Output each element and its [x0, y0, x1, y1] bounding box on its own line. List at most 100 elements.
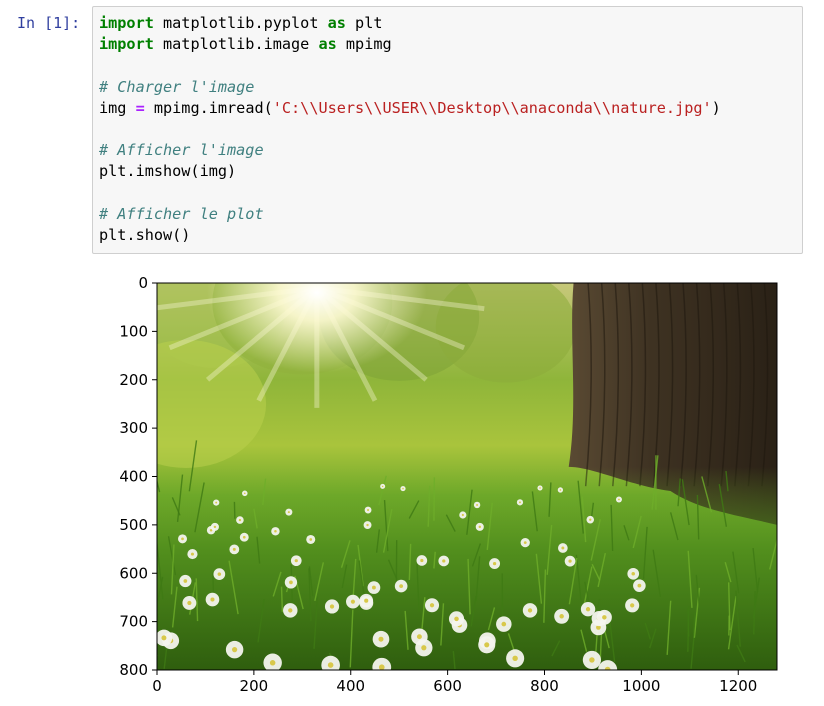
flower-center	[372, 586, 376, 590]
code-token: plt	[346, 14, 383, 32]
flower-center	[191, 553, 194, 556]
code-token: as	[318, 35, 336, 53]
code-token: mpimg	[337, 35, 392, 53]
flower-center	[214, 526, 216, 528]
flower-center	[367, 509, 369, 511]
code-token: plt.show()	[99, 226, 190, 244]
flower-center	[618, 499, 620, 501]
code-token: mpimg.imread(	[145, 99, 273, 117]
code-line: plt.show()	[99, 225, 721, 246]
flower-center	[215, 502, 217, 504]
code-token: 'C:\\Users\\USER\\Desktop\\anaconda\\nat…	[273, 99, 712, 117]
flower-center	[309, 538, 312, 541]
y-tick-label: 100	[119, 322, 148, 340]
flower-center	[586, 607, 590, 611]
code-token: matplotlib.pyplot	[154, 14, 328, 32]
x-tick-label: 600	[433, 677, 462, 695]
flower-center	[181, 537, 184, 540]
y-tick-label: 700	[119, 613, 148, 631]
flower-center	[420, 559, 423, 562]
x-tick-label: 1000	[622, 677, 660, 695]
flower-center	[476, 504, 478, 506]
x-tick-label: 800	[530, 677, 559, 695]
flower-center	[244, 492, 246, 494]
code-token: =	[136, 99, 145, 117]
code-token: # Afficher l'image	[99, 141, 264, 159]
grass-blade	[688, 606, 689, 652]
flower-center	[561, 547, 564, 550]
y-tick-label: 300	[119, 419, 148, 437]
flower-center	[493, 562, 496, 565]
x-tick-label: 1200	[719, 677, 757, 695]
code-token: # Afficher le plot	[99, 205, 264, 223]
code-line: # Charger l'image	[99, 77, 721, 98]
code-token: import	[99, 35, 154, 53]
code-line	[99, 119, 721, 140]
code-line	[99, 183, 721, 204]
foliage-blur	[106, 340, 266, 468]
cell-output: 0200400600800100012000100200300400500600…	[92, 260, 792, 702]
flower-center	[289, 581, 293, 585]
flower-center	[295, 559, 298, 562]
flower-center	[187, 601, 191, 605]
code-line: import matplotlib.pyplot as plt	[99, 13, 721, 34]
code-cell[interactable]: import matplotlib.pyplot as pltimport ma…	[92, 6, 803, 254]
photo-image	[106, 260, 779, 679]
code-token: plt.imshow(img)	[99, 162, 236, 180]
grass-blade	[282, 587, 283, 612]
x-tick-label: 200	[240, 677, 269, 695]
flower-center	[233, 548, 236, 551]
flower-center	[382, 486, 384, 488]
flower-center	[559, 614, 563, 618]
imshow-plot: 0200400600800100012000100200300400500600…	[92, 260, 792, 702]
flower-center	[602, 615, 606, 619]
flower-center	[270, 660, 276, 666]
flower-center	[462, 514, 464, 516]
code-token: )	[712, 99, 721, 117]
flower-center	[528, 608, 532, 612]
y-tick-label: 400	[119, 468, 148, 486]
code-token: # Charger l'image	[99, 78, 254, 96]
flower-center	[364, 599, 368, 603]
flower-center	[288, 608, 292, 612]
y-tick-label: 200	[119, 371, 148, 389]
flower-center	[512, 656, 517, 661]
code-line: img = mpimg.imread('C:\\Users\\USER\\Des…	[99, 98, 721, 119]
code-line: # Afficher l'image	[99, 140, 721, 161]
flower-center	[239, 519, 241, 521]
flower-center	[328, 662, 334, 668]
flower-center	[589, 657, 594, 662]
flower-center	[519, 501, 521, 503]
flower-center	[379, 664, 385, 670]
code-token: as	[328, 14, 346, 32]
flower-center	[560, 489, 562, 491]
flower-center	[637, 584, 641, 588]
flower-center	[351, 600, 355, 604]
y-tick-label: 800	[119, 661, 148, 679]
flower-center	[568, 560, 571, 563]
y-tick-label: 500	[119, 516, 148, 534]
flower-center	[378, 637, 383, 642]
flower-center	[184, 579, 188, 583]
flower-center	[631, 572, 635, 576]
code-token: img	[99, 99, 136, 117]
flower-center	[630, 603, 634, 607]
x-tick-label: 0	[152, 677, 162, 695]
flower-center	[454, 617, 459, 622]
flower-center	[218, 572, 222, 576]
x-tick-label: 400	[336, 677, 365, 695]
y-tick-label: 0	[138, 274, 148, 292]
grass-field	[157, 467, 777, 670]
code-editor[interactable]: import matplotlib.pyplot as pltimport ma…	[99, 13, 721, 246]
flower-center	[210, 598, 214, 602]
code-line: plt.imshow(img)	[99, 161, 721, 182]
code-token: import	[99, 14, 154, 32]
flower-center	[589, 519, 591, 521]
flower-center	[421, 645, 426, 650]
grass-blade	[151, 629, 157, 656]
flower-center	[161, 635, 166, 640]
flower-center	[399, 584, 403, 588]
flower-center	[524, 541, 527, 544]
flower-center	[442, 559, 445, 562]
flower-center	[330, 604, 334, 608]
